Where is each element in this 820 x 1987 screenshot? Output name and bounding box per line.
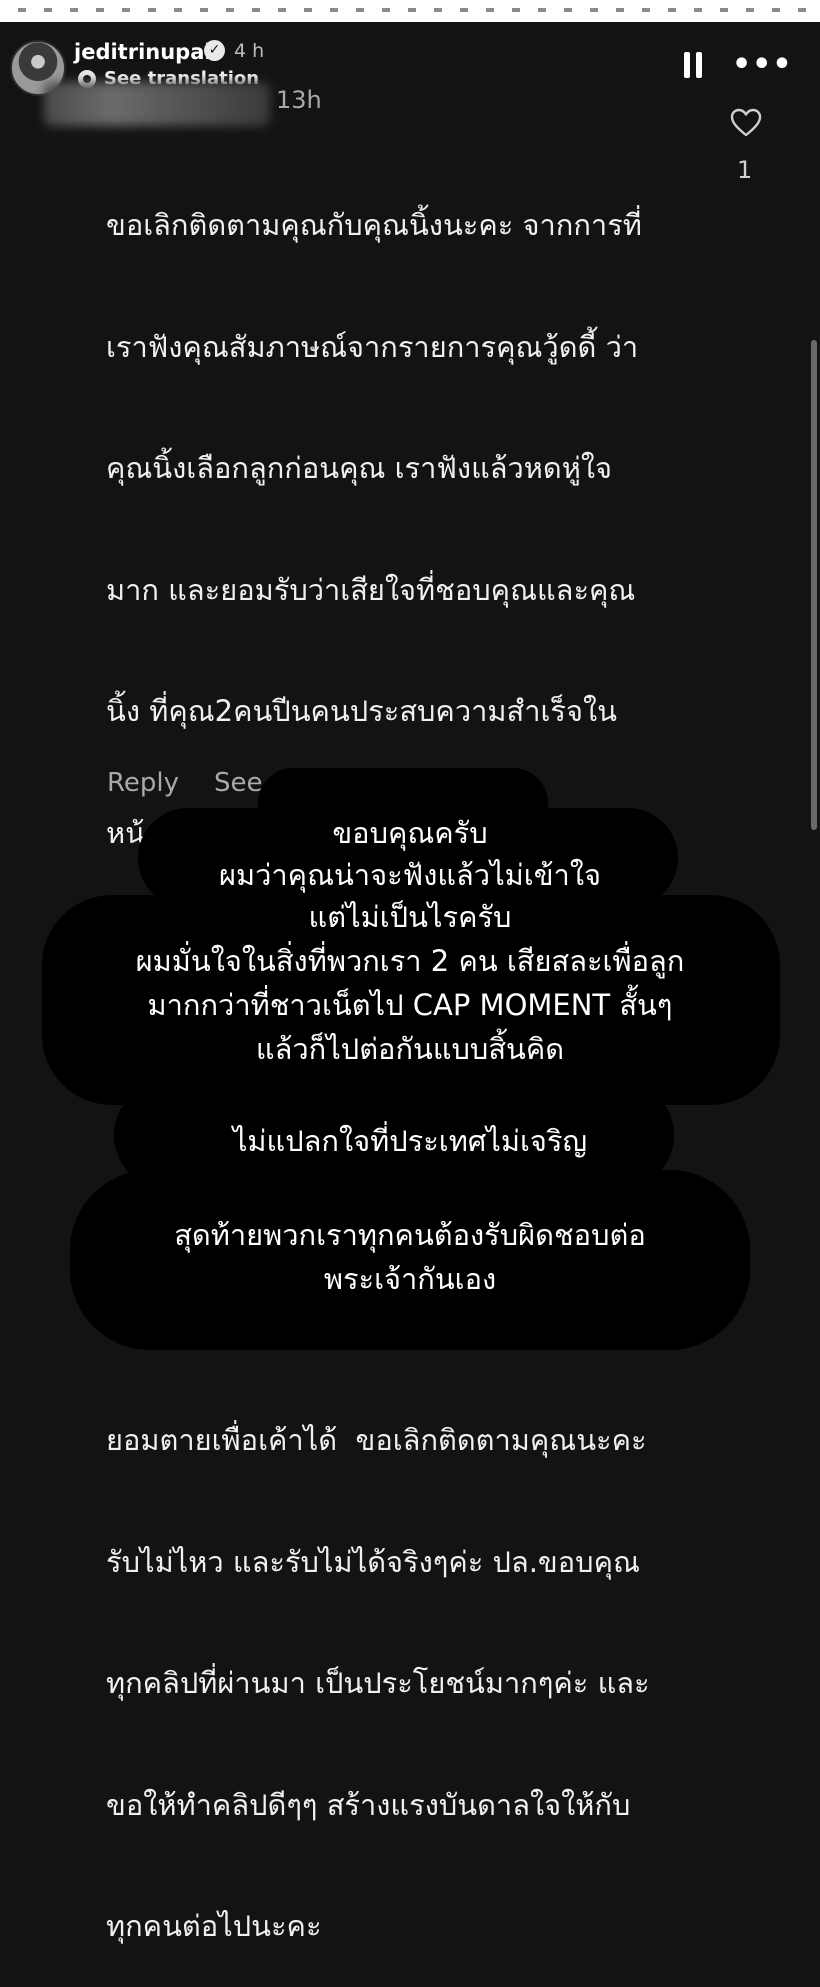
comment-line: ขอเลิกติดตามคุณกับคุณนิ้งนะคะ จากการที่ xyxy=(106,208,642,242)
verified-check-icon: ✓ xyxy=(204,40,225,61)
see-replies-link[interactable]: See xyxy=(214,768,263,798)
comment-line: โชคดีมากที่มีเราเป็นแม่ อย่างน้อยในวินาท… xyxy=(106,1180,642,1214)
comment-line: คุณนิ้งเลือกลูกก่อนคุณ เราฟังแล้วหดหู่ใจ xyxy=(106,451,613,485)
comment-line: มาก และยอมรับว่าเสียใจที่ชอบคุณและคุณ xyxy=(106,572,636,607)
comment-line: นิ้งตอบ เราเป็นแม่หดหู่ใจ และรู้สึกว่าลู… xyxy=(106,1058,642,1093)
like-count: 1 xyxy=(737,156,753,184)
comment-line: หน้าที่การงาน คุณนิ้งเป็นคนสวยมีมงกุฎ xyxy=(106,815,598,850)
story-progress-bar xyxy=(0,0,820,22)
comment-line: นิ้ง ที่คุณ2คนปีนคนประสบความสำเร็จใน xyxy=(106,694,617,728)
story-progress-segments xyxy=(0,8,820,12)
reply-button[interactable]: Reply xyxy=(107,768,179,798)
heart-icon[interactable] xyxy=(730,108,762,138)
more-dots-icon[interactable]: ••• xyxy=(732,50,793,80)
comment-line: รับไม่ไหว และรับไม่ได้จริงๆค่ะ ปล.ขอบคุณ xyxy=(106,1544,640,1579)
comment-time: 13h xyxy=(276,86,322,114)
blurred-commenter-name xyxy=(44,82,270,126)
pause-icon[interactable] xyxy=(684,52,702,78)
comment-line: ทุกคลิปที่ผ่านมา เป็นประโยชน์มากๆค่ะ และ xyxy=(106,1666,650,1700)
comment-line: ขอให้ทำคลิปดีๆๆ สร้างแรงบันดาลใจให้กับ xyxy=(106,1787,631,1822)
comment-text: ขอเลิกติดตามคุณกับคุณนิ้งนะคะ จากการที่ … xyxy=(106,124,706,1987)
post-time: 4 h xyxy=(234,40,265,62)
scrollbar[interactable] xyxy=(811,340,817,830)
comment-line: ยอมตายเพื่อเค้าได้ ขอเลิกติดตามคุณนะคะ xyxy=(106,1423,647,1457)
username[interactable]: jeditrinupab xyxy=(74,40,219,64)
comment-line: ทุกคนต่อไปนะคะ xyxy=(106,1909,322,1943)
comment-line: เราฟังคุณสัมภาษณ์จากรายการคุณวู้ดดี้ ว่า xyxy=(106,329,639,364)
comment-line: ที่เค้าต้องการเรา เค้าจะรู้ได้เลยรู้พ่อแ… xyxy=(106,1301,636,1336)
comment-line: ระดับโลกการันตี แต่จิตใจและทัศนคติที่คุณ xyxy=(106,937,641,971)
